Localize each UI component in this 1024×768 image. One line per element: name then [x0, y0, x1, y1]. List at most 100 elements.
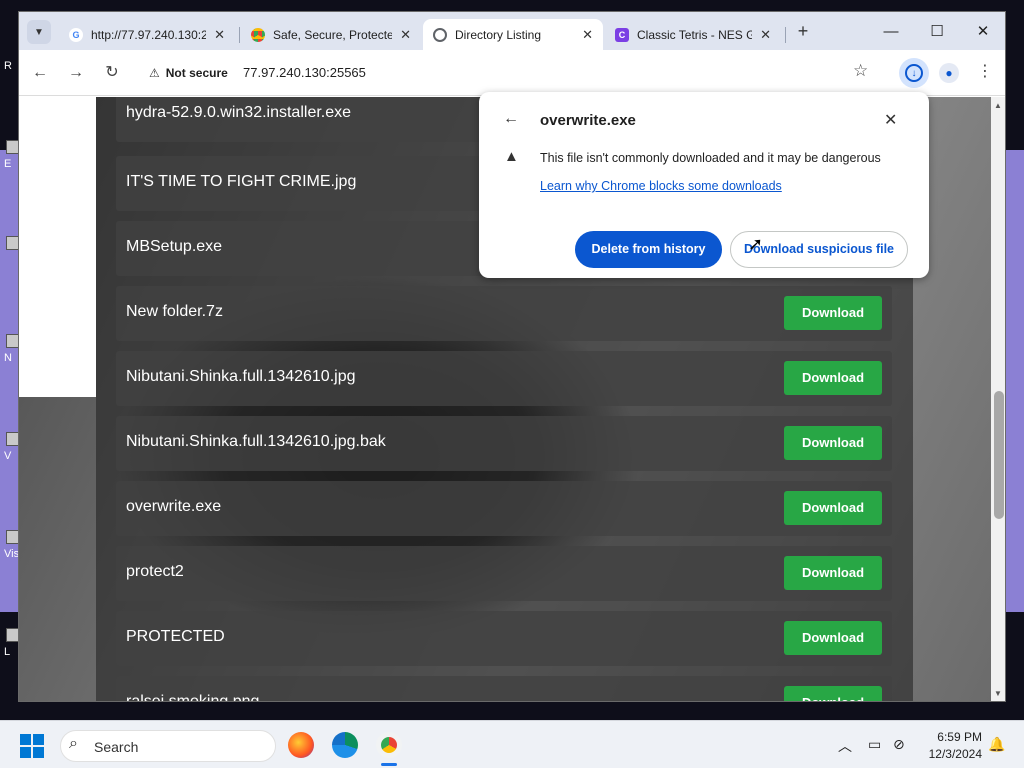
back-arrow-icon[interactable]: ←: [503, 110, 519, 128]
tab-divider: [239, 27, 240, 43]
list-item: Nibutani.Shinka.full.1342610.jpg.bak Dow…: [116, 416, 892, 471]
list-item: Nibutani.Shinka.full.1342610.jpg Downloa…: [116, 351, 892, 406]
download-button[interactable]: Download: [784, 491, 882, 525]
close-icon: ✕: [976, 23, 990, 40]
close-tab-icon[interactable]: ✕: [214, 27, 225, 43]
list-item: PROTECTED Download: [116, 611, 892, 666]
file-name: ralsei smoking.png: [126, 693, 260, 702]
list-item: overwrite.exe Download: [116, 481, 892, 536]
tab-1[interactable]: G http://77.97.240.130:2 ✕: [59, 19, 235, 50]
url-text[interactable]: 77.97.240.130:25565: [243, 65, 366, 80]
download-warning-popup: ← overwrite.exe ✕ ▲ This file isn't comm…: [479, 92, 929, 278]
google-g-icon: G: [69, 27, 83, 42]
desktop-icon-label[interactable]: R: [4, 60, 12, 72]
file-name: hydra-52.9.0.win32.installer.exe: [126, 104, 352, 121]
download-button[interactable]: Download: [784, 296, 882, 330]
tetris-c-icon: C: [615, 27, 629, 42]
new-tab-button[interactable]: +: [792, 21, 814, 43]
page-background: [19, 97, 96, 397]
profile-avatar-icon[interactable]: ●: [939, 63, 959, 83]
windows-logo-pane: [33, 734, 44, 745]
download-arrow-icon: ↓: [905, 64, 923, 82]
scrollbar-thumb[interactable]: [994, 391, 1004, 519]
scroll-up-arrow-icon[interactable]: ▲: [994, 101, 1002, 110]
firefox-icon[interactable]: [288, 732, 314, 758]
file-name: protect2: [126, 563, 184, 580]
arrow-right-icon: →: [68, 64, 84, 81]
tab-title: http://77.97.240.130:2: [91, 27, 207, 42]
tab-3-active[interactable]: Directory Listing ✕: [423, 19, 603, 50]
close-icon[interactable]: ✕: [884, 110, 897, 130]
taskbar: ⌕ Search ︿ ▭ ⊘ 6:59 PM 12/3/2024 🔔: [0, 720, 1024, 768]
file-name: IT'S TIME TO FIGHT CRIME.jpg: [126, 173, 357, 190]
site-security-chip[interactable]: ⚠ Not secure: [141, 59, 236, 87]
warning-triangle-icon: ⚠: [149, 66, 160, 80]
browser-window: ▼ G http://77.97.240.130:2 ✕ Safe, Secur…: [18, 11, 1006, 702]
desktop-icon-label[interactable]: E: [4, 158, 11, 170]
search-placeholder: Search: [94, 739, 139, 755]
list-item: New folder.7z Download: [116, 286, 892, 341]
download-button[interactable]: Download: [784, 361, 882, 395]
danger-message: This file isn't commonly downloaded and …: [540, 151, 881, 165]
desktop-icon-label[interactable]: L: [4, 646, 10, 658]
maximize-icon: ☐: [930, 23, 944, 40]
bookmark-star-icon[interactable]: ☆: [853, 61, 868, 81]
arrow-left-icon: ←: [32, 64, 48, 81]
tab-4[interactable]: C Classic Tetris - NES G ✕: [605, 19, 781, 50]
file-name: overwrite.exe: [126, 498, 222, 515]
desktop-icon-label[interactable]: Vis: [4, 548, 19, 560]
close-tab-icon[interactable]: ✕: [400, 27, 411, 43]
popup-filename: overwrite.exe: [540, 112, 636, 129]
desktop-icon-label[interactable]: V: [4, 450, 11, 462]
kebab-menu-icon[interactable]: ⋮: [977, 62, 993, 82]
tab-strip: ▼ G http://77.97.240.130:2 ✕ Safe, Secur…: [19, 12, 1005, 50]
taskbar-search[interactable]: ⌕ Search: [60, 730, 276, 762]
learn-more-link[interactable]: Learn why Chrome blocks some downloads: [540, 179, 782, 193]
chevron-down-icon: ▼: [34, 26, 44, 38]
close-tab-icon[interactable]: ✕: [760, 27, 771, 43]
tab-title: Classic Tetris - NES G: [637, 27, 753, 42]
file-name: New folder.7z: [126, 303, 223, 320]
tab-title: Safe, Secure, Protecte: [273, 27, 393, 42]
network-icon[interactable]: ▭: [868, 736, 881, 753]
minimize-icon: —: [883, 23, 899, 40]
volume-muted-icon[interactable]: ⊘: [893, 736, 905, 753]
chrome-icon[interactable]: [376, 732, 402, 758]
notification-bell-icon[interactable]: 🔔: [988, 736, 1005, 753]
reload-icon: ↻: [105, 64, 119, 81]
tab-2[interactable]: Safe, Secure, Protecte ✕: [241, 19, 421, 50]
download-button[interactable]: Download: [784, 556, 882, 590]
close-window-button[interactable]: ✕: [972, 21, 994, 43]
reload-button[interactable]: ↻: [100, 61, 124, 85]
delete-from-history-button[interactable]: Delete from history: [575, 231, 722, 268]
start-button[interactable]: [20, 734, 44, 758]
not-secure-label: Not secure: [165, 66, 228, 80]
file-name: MBSetup.exe: [126, 238, 223, 255]
scroll-down-arrow-icon[interactable]: ▼: [994, 689, 1002, 698]
close-tab-icon[interactable]: ✕: [582, 27, 593, 43]
download-button[interactable]: Download: [784, 426, 882, 460]
file-name: Nibutani.Shinka.full.1342610.jpg: [126, 368, 356, 385]
downloads-button[interactable]: ↓: [899, 58, 929, 88]
warning-triangle-icon: ▲: [504, 148, 519, 165]
forward-button[interactable]: →: [64, 61, 88, 85]
plus-icon: +: [797, 21, 809, 41]
download-button[interactable]: Download: [784, 686, 882, 701]
clock-time: 6:59 PM: [937, 730, 982, 744]
download-button[interactable]: Download: [784, 621, 882, 655]
tab-search-button[interactable]: ▼: [27, 20, 51, 44]
maximize-button[interactable]: ☐: [926, 21, 948, 43]
chevron-up-icon[interactable]: ︿: [838, 736, 852, 756]
desktop-icon-label[interactable]: N: [4, 352, 12, 364]
clock-date: 12/3/2024: [928, 747, 982, 761]
edge-icon[interactable]: [332, 732, 358, 758]
file-name: PROTECTED: [126, 628, 225, 645]
windows-logo-pane: [20, 734, 31, 745]
chrome-icon: [251, 27, 265, 42]
address-bar[interactable]: ⚠ Not secure 77.97.240.130:25565: [139, 59, 881, 87]
minimize-button[interactable]: —: [880, 21, 902, 43]
system-clock[interactable]: 6:59 PM 12/3/2024: [916, 729, 982, 763]
back-button[interactable]: ←: [28, 61, 52, 85]
browser-toolbar: ← → ↻ ⚠ Not secure 77.97.240.130:25565 ☆…: [19, 50, 1005, 96]
page-scrollbar[interactable]: ▲ ▼: [991, 97, 1005, 701]
